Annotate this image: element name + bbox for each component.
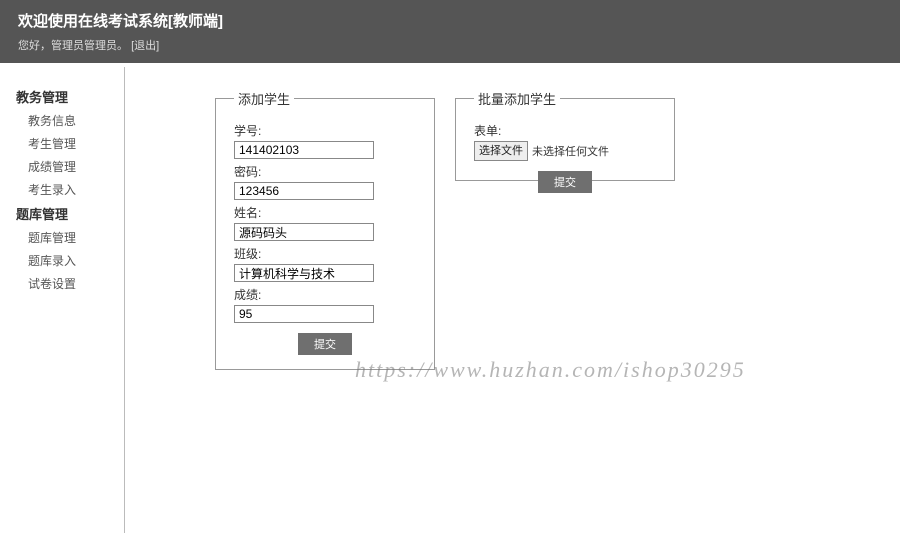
add-student-panel: 添加学生 学号: 密码: 姓名: 班级: 成绩: bbox=[215, 89, 435, 370]
class-input[interactable] bbox=[234, 264, 374, 282]
sidebar: 教务管理 教务信息 考生管理 成绩管理 考生录入 题库管理 题库管理 题库录入 … bbox=[0, 67, 124, 533]
sidebar-item-student-entry[interactable]: 考生录入 bbox=[28, 181, 124, 198]
password-input[interactable] bbox=[234, 182, 374, 200]
sidebar-group-academic: 教务管理 bbox=[16, 87, 124, 106]
score-input[interactable] bbox=[234, 305, 374, 323]
class-label: 班级: bbox=[234, 245, 416, 262]
bulk-add-legend: 批量添加学生 bbox=[474, 89, 560, 108]
sidebar-item-question-manage[interactable]: 题库管理 bbox=[28, 229, 124, 246]
student-id-input[interactable] bbox=[234, 141, 374, 159]
header: 欢迎使用在线考试系统[教师端] 您好，管理员管理员。 [退出] bbox=[0, 0, 900, 63]
name-input[interactable] bbox=[234, 223, 374, 241]
main-content: 添加学生 学号: 密码: 姓名: 班级: 成绩: bbox=[125, 67, 900, 533]
password-label: 密码: bbox=[234, 163, 416, 180]
add-student-legend: 添加学生 bbox=[234, 89, 294, 108]
choose-file-button[interactable]: 选择文件 bbox=[474, 141, 528, 161]
name-label: 姓名: bbox=[234, 204, 416, 221]
header-subline: 您好，管理员管理员。 [退出] bbox=[18, 37, 882, 53]
sidebar-group-question: 题库管理 bbox=[16, 204, 124, 223]
sidebar-item-paper-setting[interactable]: 试卷设置 bbox=[28, 275, 124, 292]
file-status: 未选择任何文件 bbox=[532, 143, 609, 159]
sidebar-item-academic-info[interactable]: 教务信息 bbox=[28, 112, 124, 129]
bulk-add-panel: 批量添加学生 表单: 选择文件 未选择任何文件 提交 bbox=[455, 89, 675, 181]
page-title: 欢迎使用在线考试系统[教师端] bbox=[18, 10, 882, 31]
sidebar-item-score-manage[interactable]: 成绩管理 bbox=[28, 158, 124, 175]
add-submit-button[interactable]: 提交 bbox=[298, 333, 352, 355]
sidebar-item-student-manage[interactable]: 考生管理 bbox=[28, 135, 124, 152]
bulk-form-label: 表单: bbox=[474, 122, 656, 139]
score-label: 成绩: bbox=[234, 286, 416, 303]
current-user: 管理员管理员 bbox=[51, 40, 117, 52]
bulk-submit-button[interactable]: 提交 bbox=[538, 171, 592, 193]
logout-link[interactable]: [退出] bbox=[131, 40, 159, 52]
sidebar-item-question-entry[interactable]: 题库录入 bbox=[28, 252, 124, 269]
greeting-prefix: 您好， bbox=[18, 40, 51, 52]
student-id-label: 学号: bbox=[234, 122, 416, 139]
